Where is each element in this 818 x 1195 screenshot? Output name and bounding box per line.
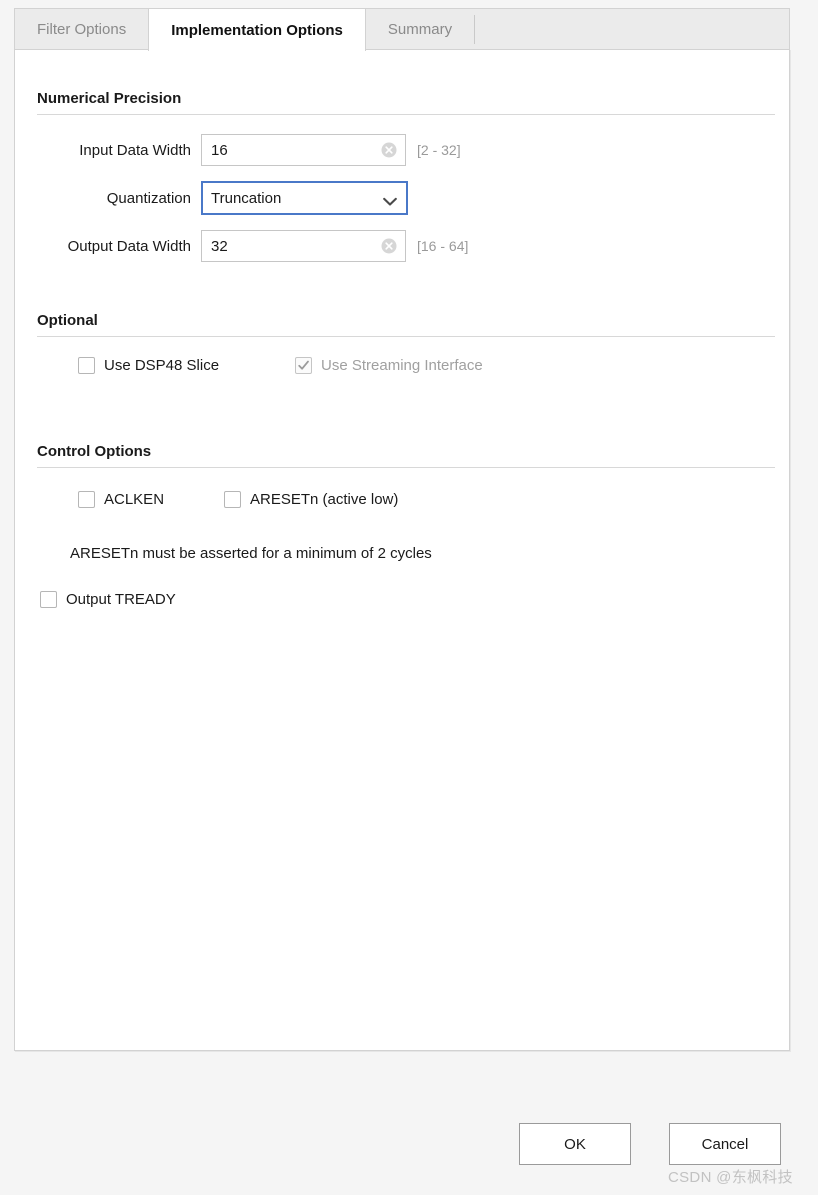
field-row-input-data-width: Input Data Width 16 [2 - 32]: [15, 134, 461, 166]
checkbox-aresetn[interactable]: ARESETn (active low): [224, 491, 398, 508]
cancel-button[interactable]: Cancel: [669, 1123, 781, 1165]
input-data-width-value: 16: [211, 141, 228, 159]
watermark: CSDN @东枫科技: [668, 1169, 793, 1186]
input-data-width-range: [2 - 32]: [417, 142, 461, 158]
checkbox-label: ARESETn (active low): [250, 491, 399, 508]
output-data-width-value: 32: [211, 237, 228, 255]
checkbox-use-dsp48-slice[interactable]: Use DSP48 Slice: [78, 357, 219, 374]
checkbox-aclken[interactable]: ACLKEN: [78, 491, 164, 508]
checkbox-box[interactable]: [78, 357, 95, 374]
section-title: Numerical Precision: [37, 90, 182, 107]
section-control-options: Control Options: [37, 443, 775, 468]
checkbox-label: Use DSP48 Slice: [104, 357, 220, 374]
section-divider: [37, 336, 775, 337]
output-data-width-label: Output Data Width: [67, 237, 191, 255]
section-title: Control Options: [37, 443, 152, 460]
tab-label: Filter Options: [37, 21, 127, 38]
quantization-select[interactable]: Truncation: [201, 181, 408, 215]
section-numerical-precision: Numerical Precision: [37, 90, 775, 115]
ok-button[interactable]: OK: [519, 1123, 631, 1165]
tab-strip: Filter Options Implementation Options Su…: [14, 8, 790, 51]
checkbox-box: [295, 357, 312, 374]
tab-implementation-options[interactable]: Implementation Options: [148, 9, 366, 51]
section-divider: [37, 467, 775, 468]
tab-filter-options[interactable]: Filter Options: [15, 9, 148, 50]
field-row-output-data-width: Output Data Width 32 [16 - 64]: [15, 230, 468, 262]
tab-strip-filler: [474, 9, 789, 50]
section-title: Optional: [37, 312, 98, 329]
checkbox-box[interactable]: [224, 491, 241, 508]
checkbox-label: ACLKEN: [104, 491, 165, 508]
section-divider: [37, 114, 775, 115]
tab-summary[interactable]: Summary: [366, 9, 474, 50]
quantization-label: Quantization: [106, 189, 191, 207]
input-data-width-label: Input Data Width: [79, 141, 191, 159]
input-data-width-field[interactable]: 16: [201, 134, 406, 166]
implementation-options-panel: Numerical Precision Input Data Width 16 …: [14, 49, 790, 1051]
aresetn-note: ARESETn must be asserted for a minimum o…: [70, 545, 432, 562]
ok-button-label: OK: [564, 1135, 586, 1153]
clear-icon[interactable]: [381, 142, 397, 158]
section-optional: Optional: [37, 312, 775, 337]
checkbox-box[interactable]: [78, 491, 95, 508]
clear-icon[interactable]: [381, 238, 397, 254]
field-row-quantization: Quantization Truncation: [15, 181, 408, 215]
output-data-width-range: [16 - 64]: [417, 238, 469, 254]
checkbox-label: Use Streaming Interface: [321, 357, 483, 374]
chevron-down-icon[interactable]: [383, 194, 397, 206]
cancel-button-label: Cancel: [701, 1135, 749, 1153]
checkmark-icon: [297, 359, 310, 372]
tab-label: Summary: [387, 21, 453, 38]
checkbox-output-tready[interactable]: Output TREADY: [40, 591, 176, 608]
checkbox-use-streaming-interface: Use Streaming Interface: [295, 357, 483, 374]
tab-label: Implementation Options: [171, 21, 343, 39]
checkbox-label: Output TREADY: [66, 591, 176, 608]
output-data-width-field[interactable]: 32: [201, 230, 406, 262]
checkbox-box[interactable]: [40, 591, 57, 608]
quantization-value: Truncation: [211, 189, 282, 207]
